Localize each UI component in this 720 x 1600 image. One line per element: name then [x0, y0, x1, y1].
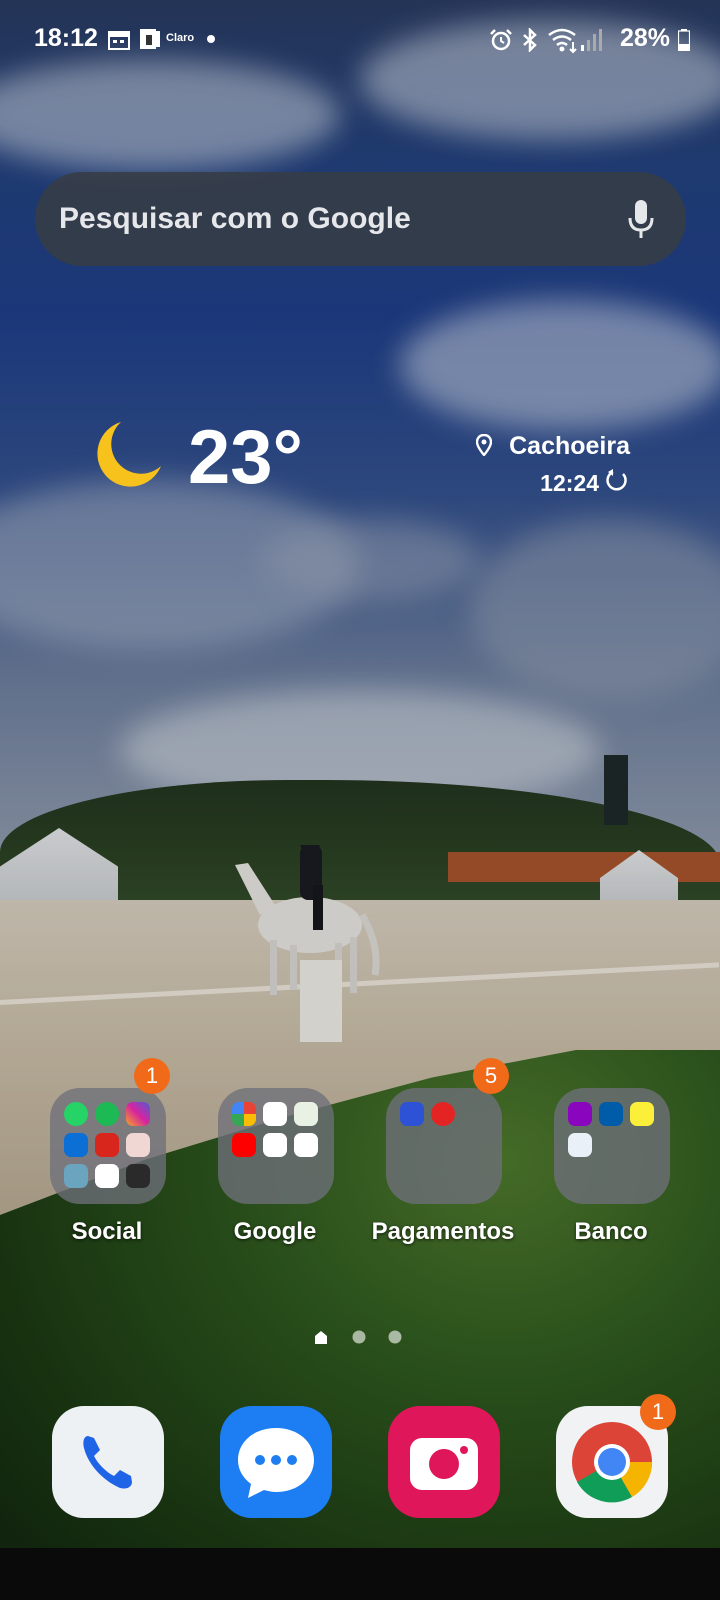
dot-icon: [207, 35, 215, 43]
outlook-icon: [64, 1133, 88, 1157]
maps-icon: [294, 1102, 318, 1126]
folder-label-google: Google: [233, 1218, 317, 1245]
chrome-badge: 1: [640, 1394, 676, 1430]
gmail-icon: [263, 1102, 287, 1126]
instagram-icon: [126, 1102, 150, 1126]
messages-icon: [238, 1428, 314, 1498]
moon-icon: [97, 422, 161, 487]
folder-social[interactable]: [50, 1088, 166, 1204]
bluetooth-icon: [523, 28, 537, 52]
pagamentos-badge: 5: [473, 1058, 509, 1094]
sim-icon: [140, 29, 160, 49]
calendar-icon: [108, 31, 130, 50]
battery-icon: [678, 29, 690, 51]
whatsapp-icon: [64, 1102, 88, 1126]
battery-percent: 28%: [619, 24, 670, 52]
google-search-bar[interactable]: Pesquisar com o Google: [35, 172, 686, 266]
photos-icon: [232, 1102, 256, 1126]
claro-app-icon: [95, 1133, 119, 1157]
weather-updated-time: 12:24: [540, 470, 599, 496]
wifi-icon: [548, 28, 577, 54]
bank-app-icon: [568, 1133, 592, 1157]
folder-banco[interactable]: [554, 1088, 670, 1204]
phone-app[interactable]: [52, 1406, 164, 1518]
social-badge: 1: [134, 1058, 170, 1094]
camera-icon: [410, 1438, 478, 1490]
messages-app[interactable]: [220, 1406, 332, 1518]
play-store-icon: [294, 1133, 318, 1157]
phone-icon: [83, 1436, 132, 1489]
banco-do-brasil-icon: [630, 1102, 654, 1126]
drive-icon: [263, 1133, 287, 1157]
building-app-icon: [64, 1164, 88, 1188]
folder-google[interactable]: [218, 1088, 334, 1204]
youtube-icon: [232, 1133, 256, 1157]
refresh-icon[interactable]: [605, 468, 629, 492]
status-bar: 18:12 Claro 28%: [0, 20, 720, 60]
temperature: 23°: [188, 415, 303, 500]
signal-icon: [581, 29, 602, 51]
tracker-app-icon: [95, 1164, 119, 1188]
payment-app-icon: [400, 1102, 424, 1126]
search-placeholder: Pesquisar com o Google: [59, 202, 411, 235]
caixa-icon: [599, 1102, 623, 1126]
payment-app-2-icon: [431, 1102, 455, 1126]
nubank-icon: [568, 1102, 592, 1126]
status-time: 18:12: [34, 24, 98, 52]
mic-icon[interactable]: [626, 198, 656, 240]
spotify-icon: [95, 1102, 119, 1126]
camera-app[interactable]: [388, 1406, 500, 1518]
folder-label-banco: Banco: [574, 1218, 648, 1245]
location-pin-icon: [476, 434, 492, 456]
meu-pre-pago-icon: [126, 1133, 150, 1157]
folder-pagamentos[interactable]: [386, 1088, 502, 1204]
app-icon: [126, 1164, 150, 1188]
alarm-icon: [490, 29, 512, 51]
folder-label-pagamentos: Pagamentos: [371, 1218, 515, 1245]
weather-location: Cachoeira: [509, 432, 630, 460]
folder-label-social: Social: [71, 1218, 143, 1245]
page-indicator[interactable]: [313, 1329, 409, 1345]
claro-icon: Claro: [166, 32, 195, 44]
